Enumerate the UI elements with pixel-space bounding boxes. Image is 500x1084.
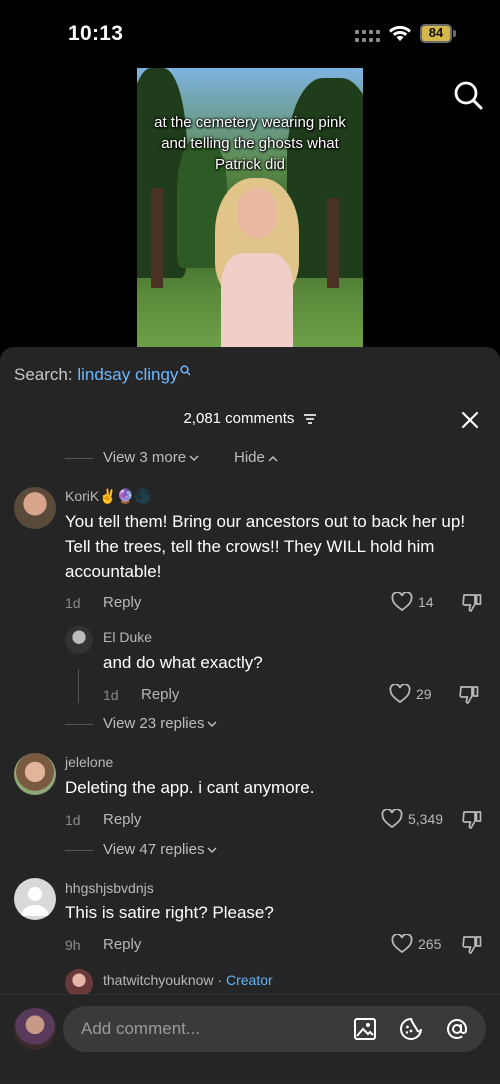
sort-icon: [303, 414, 316, 424]
thread-divider: [65, 850, 93, 851]
battery-percent: 84: [428, 25, 444, 40]
comments-count[interactable]: 2,081 comments: [0, 410, 500, 427]
default-avatar-icon: [21, 887, 49, 916]
comment-age: 1d: [65, 595, 81, 611]
like-count: 14: [418, 594, 434, 610]
status-time: 10:13: [68, 22, 124, 45]
reply-author-line[interactable]: thatwitchyouknow · Creator: [103, 972, 273, 988]
avatar[interactable]: [65, 626, 93, 654]
view-replies-button[interactable]: View 47 replies: [103, 841, 217, 858]
close-icon[interactable]: [460, 410, 480, 430]
comment-age: 1d: [65, 812, 81, 828]
comment-author[interactable]: KoriK✌️🔮🌑: [65, 488, 152, 505]
dislike-icon[interactable]: [458, 684, 480, 706]
chevron-up-icon: [268, 455, 278, 462]
reply-button[interactable]: Reply: [103, 811, 141, 828]
battery-indicator: 84: [420, 24, 456, 43]
hide-label: Hide: [234, 449, 265, 466]
comment-author[interactable]: jelelone: [65, 754, 113, 770]
creator-badge: Creator: [225, 972, 273, 988]
heart-icon: [391, 934, 413, 954]
comment-input[interactable]: [81, 1006, 341, 1052]
search-icon[interactable]: [452, 79, 484, 111]
mention-icon[interactable]: [445, 1017, 469, 1041]
comment-input-container[interactable]: [63, 1006, 486, 1052]
cellular-icon: [355, 30, 381, 42]
comment-composer: [0, 994, 500, 1084]
avatar[interactable]: [65, 969, 93, 997]
like-count: 5,349: [408, 811, 444, 827]
image-icon[interactable]: [353, 1017, 377, 1041]
thread-divider: [65, 724, 93, 725]
reply-thread-line: [78, 669, 79, 703]
reply-button[interactable]: Reply: [103, 594, 141, 611]
like-button[interactable]: 265: [391, 934, 441, 954]
dislike-icon[interactable]: [461, 934, 483, 956]
heart-icon: [389, 684, 411, 704]
emoji-icon[interactable]: [399, 1017, 423, 1041]
chevron-down-icon: [207, 721, 217, 727]
reply-button[interactable]: Reply: [141, 686, 179, 703]
comment-text: This is satire right? Please?: [65, 903, 274, 922]
view-replies-label: View 23 replies: [103, 715, 205, 732]
search-suggestion[interactable]: Search: lindsay clingy: [14, 365, 191, 385]
like-button[interactable]: 29: [389, 684, 432, 704]
comment-author[interactable]: hhgshjsbvdnjs: [65, 880, 154, 896]
heart-icon: [381, 809, 403, 829]
wifi-icon: [389, 25, 411, 41]
reply-button[interactable]: Reply: [103, 936, 141, 953]
search-term[interactable]: lindsay clingy: [77, 365, 178, 384]
like-button[interactable]: 14: [391, 592, 434, 612]
thread-divider: [65, 458, 93, 459]
reply-author[interactable]: El Duke: [103, 629, 152, 645]
search-label: Search:: [14, 365, 73, 384]
video-subject: [207, 178, 307, 350]
like-button[interactable]: 5,349: [381, 809, 443, 829]
hide-button[interactable]: Hide: [234, 449, 278, 466]
video-caption: at the cemetery wearing pink and telling…: [154, 114, 346, 173]
search-small-icon: [180, 365, 191, 376]
reply-author: thatwitchyouknow: [103, 972, 214, 988]
comments-sheet: Search: lindsay clingy 2,081 comments Vi…: [0, 347, 500, 1084]
chevron-down-icon: [207, 847, 217, 853]
avatar[interactable]: [14, 487, 56, 529]
avatar[interactable]: [14, 753, 56, 795]
dislike-icon[interactable]: [461, 592, 483, 614]
status-bar: 10:13 84: [0, 0, 500, 68]
comments-count-label: 2,081 comments: [183, 410, 295, 427]
reply-text: and do what exactly?: [103, 653, 263, 672]
heart-icon: [391, 592, 413, 612]
view-replies-button[interactable]: View 23 replies: [103, 715, 217, 732]
video-preview[interactable]: at the cemetery wearing pink and telling…: [137, 68, 363, 350]
comment-text: You tell them! Bring our ancestors out t…: [65, 512, 466, 581]
like-count: 29: [416, 686, 432, 702]
avatar[interactable]: [14, 1008, 56, 1050]
view-more-label: View 3 more: [103, 449, 187, 466]
dislike-icon[interactable]: [461, 809, 483, 831]
comment-text: Deleting the app. i cant anymore.: [65, 778, 315, 797]
avatar[interactable]: [14, 878, 56, 920]
like-count: 265: [418, 936, 442, 952]
chevron-down-icon: [189, 455, 199, 461]
comment-age: 9h: [65, 937, 81, 953]
view-more-button[interactable]: View 3 more: [103, 449, 199, 466]
name-separator: ·: [213, 972, 226, 988]
reply-age: 1d: [103, 687, 119, 703]
view-replies-label: View 47 replies: [103, 841, 205, 858]
